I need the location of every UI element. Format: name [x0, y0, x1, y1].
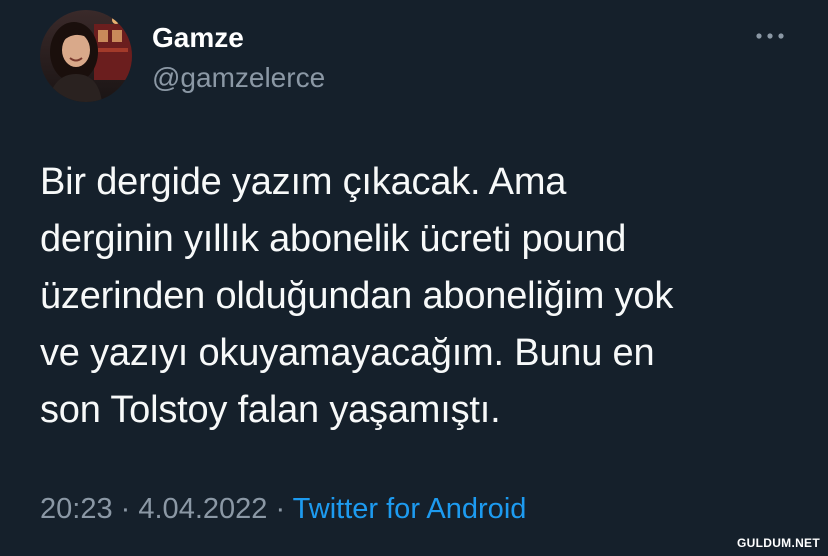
avatar-photo: [40, 10, 132, 102]
tweet-line: üzerinden olduğundan aboneliğim yok: [40, 275, 674, 317]
tweet-line: ve yazıyı okuyamayacağım. Bunu en: [40, 332, 655, 374]
tweet-date[interactable]: 4.04.2022: [138, 493, 267, 525]
tweet-meta: 20:23 · 4.04.2022 · Twitter for Android: [40, 493, 526, 526]
more-button[interactable]: [752, 22, 788, 50]
more-dots-icon: [756, 33, 784, 39]
tweet-source-link[interactable]: Twitter for Android: [293, 493, 527, 525]
tweet-text: Bir dergide yazım çıkacak. Ama derginin …: [40, 154, 800, 439]
watermark: GULDUM.NET: [737, 536, 820, 550]
handle[interactable]: @gamzelerce: [152, 62, 325, 94]
tweet-line: derginin yıllık abonelik ücreti pound: [40, 218, 627, 260]
meta-separator: ·: [120, 493, 131, 525]
tweet-time[interactable]: 20:23: [40, 493, 113, 525]
tweet-line: Bir dergide yazım çıkacak. Ama: [40, 161, 567, 203]
meta-separator: ·: [275, 493, 286, 525]
display-name[interactable]: Gamze: [152, 22, 244, 54]
tweet-line: son Tolstoy falan yaşamıştı.: [40, 389, 501, 431]
avatar[interactable]: [40, 10, 132, 102]
